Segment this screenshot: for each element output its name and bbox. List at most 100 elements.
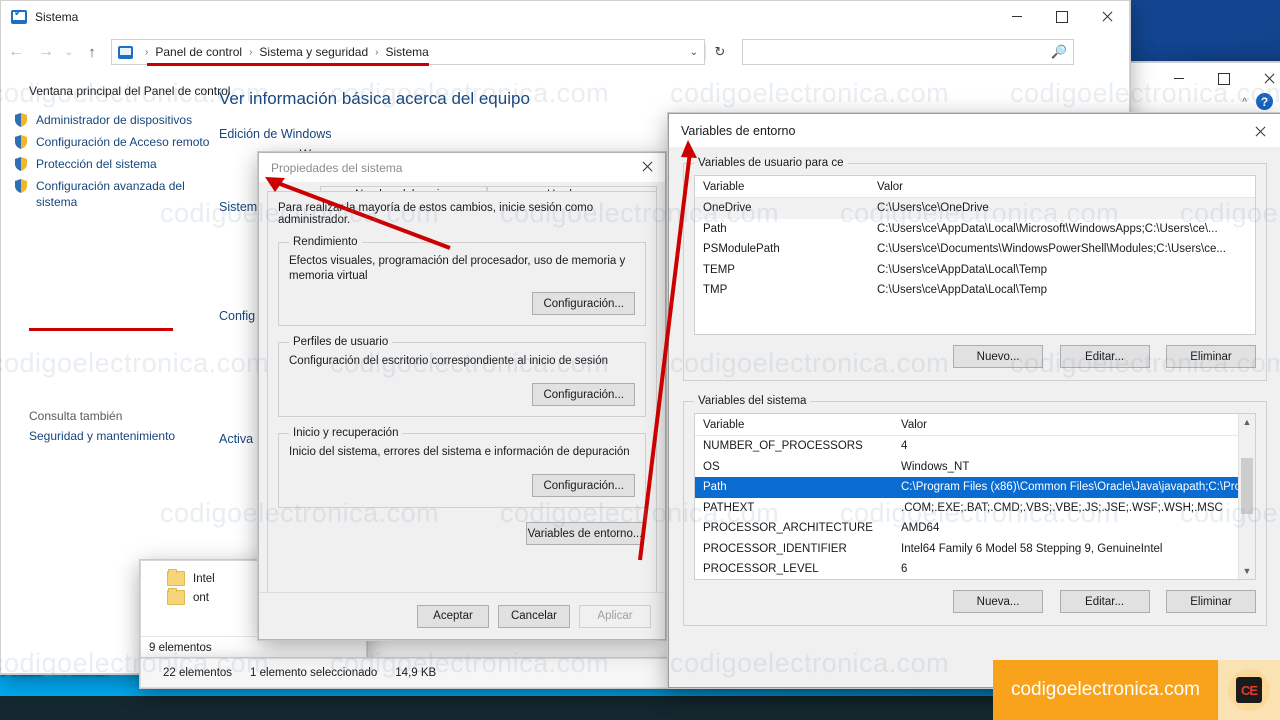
maximize-icon (1217, 72, 1230, 85)
system-variables-table[interactable]: Variable Valor NUMBER_OF_PROCESSORS 4 OS… (694, 413, 1256, 580)
status-size: 14,9 KB (395, 667, 437, 679)
system-variables-buttons[interactable]: Nueva... Editar... Eliminar (694, 590, 1256, 613)
window-controls[interactable] (627, 152, 665, 183)
user-variables-buttons[interactable]: Nuevo... Editar... Eliminar (694, 345, 1256, 368)
inicio-configuracion-button[interactable]: Configuración... (532, 474, 635, 497)
system-properties-dialog[interactable]: Propiedades del sistema Nombre del equip… (258, 152, 666, 640)
sidebar-item-configuracion-avanzada-del-sistema[interactable]: Configuración avanzada del sistema (1, 175, 251, 213)
minimize-button[interactable] (1156, 63, 1201, 94)
refresh-button[interactable]: ↻ (705, 44, 734, 60)
cell-variable: PATHEXT (703, 501, 755, 514)
group-system-variables: Variables del sistema Variable Valor NUM… (683, 395, 1267, 626)
back-button[interactable]: ← (1, 43, 31, 61)
close-button[interactable] (1237, 115, 1280, 148)
chevron-down-icon[interactable]: ▼ (1239, 563, 1255, 579)
maximize-button[interactable] (1039, 1, 1084, 32)
cell-variable: TMP (703, 284, 728, 297)
scrollbar-thumb[interactable] (1241, 458, 1253, 514)
breadcrumb[interactable]: › Panel de control › Sistema y seguridad… (111, 39, 705, 65)
cell-value: 6 (901, 563, 908, 576)
maximize-button[interactable] (1201, 63, 1246, 94)
chevron-up-icon[interactable]: ▲ (1239, 414, 1255, 430)
shield-icon (13, 134, 29, 150)
search-input[interactable]: 🔍 (742, 39, 1074, 65)
vertical-scrollbar[interactable]: ▲ ▼ (1238, 414, 1255, 579)
table-row[interactable]: OS Windows_NT (695, 457, 1255, 478)
table-row[interactable]: TMP C:\Users\ce\AppData\Local\Temp (695, 280, 1255, 301)
system-new-button[interactable]: Nueva... (953, 590, 1044, 613)
column-header-valor: Valor (877, 180, 903, 193)
chevron-down-icon[interactable]: ⌄ (690, 47, 698, 58)
table-row-selected[interactable]: Path C:\Program Files (x86)\Common Files… (695, 477, 1255, 498)
cell-variable: Path (703, 222, 727, 235)
accept-button[interactable]: Aceptar (417, 604, 489, 628)
environment-variables-dialog[interactable]: Variables de entorno Variables de usuari… (668, 113, 1280, 688)
forward-button[interactable]: → (31, 43, 61, 61)
cell-value: C:\Users\ce\Documents\WindowsPowerShell\… (877, 243, 1226, 256)
cell-value: Intel64 Family 6 Model 58 Stepping 9, Ge… (901, 542, 1163, 555)
perfiles-configuracion-button[interactable]: Configuración... (532, 383, 635, 406)
user-delete-button[interactable]: Eliminar (1166, 345, 1256, 368)
table-row[interactable]: PATHEXT .COM;.EXE;.BAT;.CMD;.VBS;.VBE;.J… (695, 498, 1255, 519)
group-description: Configuración del escritorio correspondi… (289, 355, 608, 367)
system-window-titlebar[interactable]: Sistema (1, 1, 1129, 32)
table-row[interactable]: Path C:\Users\ce\AppData\Local\Microsoft… (695, 219, 1255, 240)
cell-variable: NUMBER_OF_PROCESSORS (703, 440, 863, 453)
cell-value: C:\Users\ce\AppData\Local\Microsoft\Wind… (877, 222, 1218, 235)
dialog-footer[interactable]: Aceptar Cancelar Aplicar (259, 592, 665, 639)
table-row[interactable]: PROCESSOR_ARCHITECTURE AMD64 (695, 518, 1255, 539)
table-header: Variable Valor (695, 414, 1255, 436)
up-button[interactable]: ↑ (77, 44, 107, 61)
breadcrumb-item-sistema-y-seguridad[interactable]: Sistema y seguridad (259, 45, 368, 59)
rendimiento-configuracion-button[interactable]: Configuración... (532, 292, 635, 315)
system-edit-button[interactable]: Editar... (1059, 590, 1150, 613)
user-edit-button[interactable]: Editar... (1059, 345, 1150, 368)
sidebar-item-proteccion-del-sistema[interactable]: Protección del sistema (1, 153, 251, 175)
table-row[interactable]: OneDrive C:\Users\ce\OneDrive (695, 198, 1255, 219)
user-variables-table[interactable]: Variable Valor OneDrive C:\Users\ce\OneD… (694, 175, 1256, 335)
breadcrumb-item-sistema[interactable]: Sistema (386, 45, 429, 59)
group-legend: Variables del sistema (698, 395, 807, 407)
close-icon (1263, 73, 1274, 84)
window-controls[interactable] (1237, 115, 1280, 146)
sidebar-item-label: Protección del sistema (36, 157, 157, 171)
sidebar-header[interactable]: Ventana principal del Panel de control (1, 79, 251, 109)
minimize-button[interactable] (994, 1, 1039, 32)
cell-variable: PSModulePath (703, 243, 780, 256)
ribbon-collapse-button[interactable]: ^ (1242, 97, 1247, 108)
close-button[interactable] (1084, 1, 1129, 32)
table-row[interactable]: TEMP C:\Users\ce\AppData\Local\Temp (695, 260, 1255, 281)
group-rendimiento: Rendimiento Efectos visuales, programaci… (278, 236, 646, 326)
table-row[interactable]: NUMBER_OF_PROCESSORS 4 (695, 436, 1255, 457)
sidebar-item-seguridad-y-mantenimiento[interactable]: Seguridad y mantenimiento (1, 423, 251, 443)
table-row[interactable]: PROCESSOR_LEVEL 6 (695, 559, 1255, 579)
table-header: Variable Valor (695, 176, 1255, 198)
table-row[interactable]: PROCESSOR_IDENTIFIER Intel64 Family 6 Mo… (695, 539, 1255, 560)
window-controls[interactable] (994, 1, 1129, 32)
sidebar-item-configuracion-de-acceso-remoto[interactable]: Configuración de Acceso remoto (1, 131, 251, 153)
recent-locations-button[interactable]: ⌄ (61, 47, 77, 58)
help-button[interactable]: ? (1256, 93, 1273, 110)
window-controls[interactable] (1156, 63, 1280, 94)
cancel-button[interactable]: Cancelar (498, 604, 570, 628)
system-properties-titlebar[interactable]: Propiedades del sistema (259, 153, 665, 182)
page-title: Ver información básica acerca del equipo (219, 89, 530, 108)
table-row[interactable]: PSModulePath C:\Users\ce\Documents\Windo… (695, 239, 1255, 260)
user-new-button[interactable]: Nuevo... (953, 345, 1044, 368)
sidebar[interactable]: Ventana principal del Panel de control A… (1, 79, 251, 609)
variables-de-entorno-button[interactable]: Variables de entorno... (526, 522, 644, 545)
search-icon: 🔍 (1050, 44, 1067, 59)
window-title: Sistema (35, 9, 79, 24)
breadcrumb-item-panel-de-control[interactable]: Panel de control (155, 45, 242, 59)
close-button[interactable] (627, 152, 665, 181)
cell-variable: OS (703, 460, 720, 473)
close-button[interactable] (1246, 63, 1280, 94)
environment-variables-titlebar[interactable]: Variables de entorno (669, 114, 1280, 147)
status-selection: 1 elemento seleccionado (250, 667, 378, 679)
sidebar-item-administrador-de-dispositivos[interactable]: Administrador de dispositivos (1, 109, 251, 131)
cell-variable: PROCESSOR_LEVEL (703, 563, 819, 576)
minimize-icon (1173, 78, 1184, 79)
list-item-label: ont (193, 591, 209, 604)
brand-text: codigoelectronica.com (992, 660, 1218, 720)
system-delete-button[interactable]: Eliminar (1166, 590, 1256, 613)
